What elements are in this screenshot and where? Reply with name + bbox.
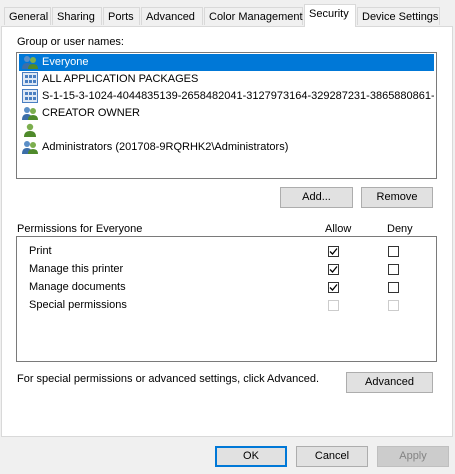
deny-checkbox[interactable] [388, 246, 399, 257]
permission-name: Special permissions [29, 299, 127, 311]
ok-button[interactable]: OK [215, 446, 287, 467]
permission-name: Manage this printer [29, 263, 124, 275]
add-button[interactable]: Add... [280, 187, 353, 208]
advanced-note: For special permissions or advanced sett… [17, 373, 320, 385]
user-name: Administrators (201708-9RQRHK2\Administr… [42, 141, 289, 153]
app-packages-icon [22, 89, 38, 103]
user-name: S-1-15-3-1024-4044835139-2658482041-3127… [42, 90, 434, 102]
cancel-button[interactable]: Cancel [296, 446, 368, 467]
tab-general[interactable]: General [4, 7, 51, 25]
permission-row: Special permissions [17, 297, 436, 314]
apply-button: Apply [377, 446, 449, 467]
allow-checkbox[interactable] [328, 264, 339, 275]
list-item[interactable]: Administrators (201708-9RQRHK2\Administr… [19, 139, 434, 156]
list-item[interactable]: CREATOR OWNER [19, 105, 434, 122]
permission-row: Print [17, 243, 436, 260]
user-icon [24, 123, 36, 137]
list-item[interactable]: Everyone [19, 54, 434, 71]
user-name: ALL APPLICATION PACKAGES [42, 73, 199, 85]
deny-header: Deny [387, 223, 413, 235]
tab-device-settings[interactable]: Device Settings [357, 7, 440, 25]
tab-color-management[interactable]: Color Management [204, 7, 303, 25]
list-item[interactable]: S-1-15-3-1024-4044835139-2658482041-3127… [19, 88, 434, 105]
users-group-icon [22, 56, 38, 69]
deny-checkbox[interactable] [388, 264, 399, 275]
list-item[interactable]: ALL APPLICATION PACKAGES [19, 71, 434, 88]
permissions-title: Permissions for Everyone [17, 223, 143, 235]
group-or-user-names-label: Group or user names: [17, 36, 124, 48]
app-packages-icon [22, 72, 38, 86]
user-name: Everyone [42, 56, 89, 68]
remove-button[interactable]: Remove [361, 187, 433, 208]
advanced-button[interactable]: Advanced [346, 372, 433, 393]
allow-header: Allow [325, 223, 352, 235]
allow-checkbox [328, 300, 339, 311]
tab-security[interactable]: Security [304, 4, 356, 27]
tab-strip: General Sharing Ports Advanced Color Man… [0, 0, 455, 27]
tab-ports[interactable]: Ports [103, 7, 140, 25]
tab-advanced[interactable]: Advanced [141, 7, 203, 25]
list-item[interactable] [19, 122, 434, 139]
permission-name: Print [29, 245, 52, 257]
users-group-icon [22, 141, 38, 154]
permissions-list: Print Manage this printer Manage documen… [16, 236, 437, 362]
dialog-footer: OK Cancel Apply [0, 437, 455, 474]
user-name: CREATOR OWNER [42, 107, 140, 119]
deny-checkbox [388, 300, 399, 311]
allow-checkbox[interactable] [328, 246, 339, 257]
tab-sharing[interactable]: Sharing [52, 7, 102, 25]
user-list[interactable]: Everyone ALL APPLICATION PACKAGES S-1-15… [16, 52, 437, 179]
deny-checkbox[interactable] [388, 282, 399, 293]
permission-row: Manage documents [17, 279, 436, 296]
permission-name: Manage documents [29, 281, 126, 293]
allow-checkbox[interactable] [328, 282, 339, 293]
permission-row: Manage this printer [17, 261, 436, 278]
users-group-icon [22, 107, 38, 120]
